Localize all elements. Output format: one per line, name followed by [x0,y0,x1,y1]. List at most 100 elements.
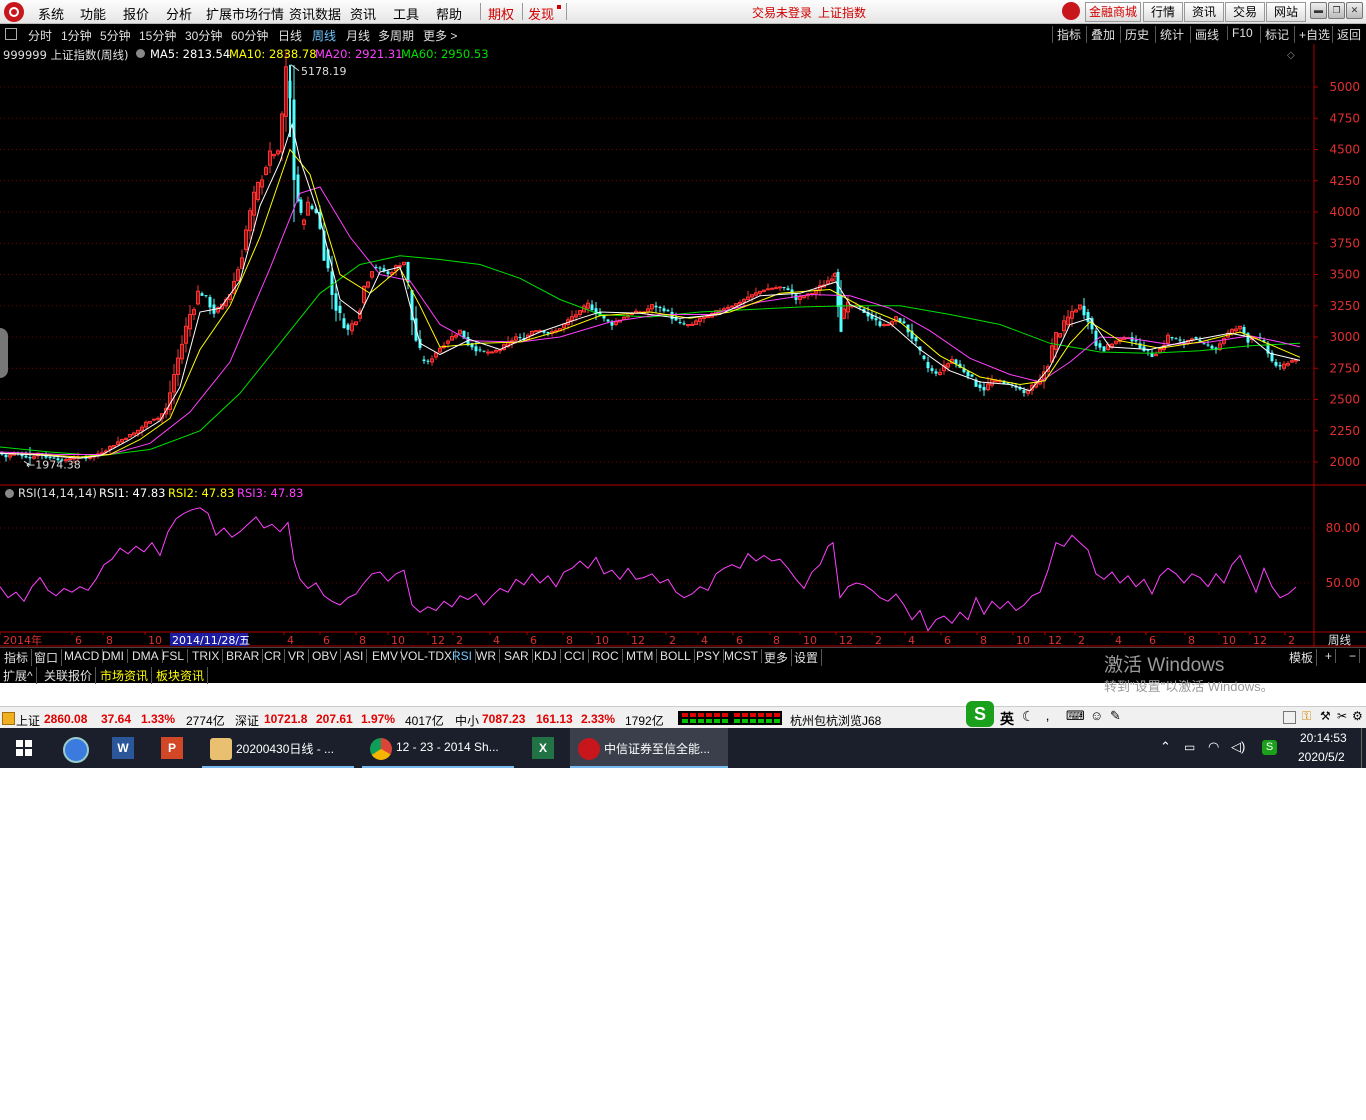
battery-icon[interactable]: ▭ [1184,740,1195,754]
period-5min[interactable]: 5分钟 [100,27,131,44]
tray-ime-icon[interactable]: S [1262,740,1277,755]
toolbar-back[interactable]: 返回 [1332,26,1361,43]
indicator-tab-mcst[interactable]: MCST [721,649,762,663]
indicator-tab-kdj[interactable]: KDJ [531,649,561,663]
ext-tab-sector-news[interactable]: 板块资讯 [153,667,209,684]
toolbar-draw[interactable]: 画线 [1190,26,1219,43]
ime-keyboard-icon[interactable]: ⌨ [1066,708,1085,724]
clock-date[interactable]: 2020/5/2 [1298,750,1345,764]
menu-info[interactable]: 资讯 [350,4,376,23]
menu-quote[interactable]: 报价 [123,4,149,23]
menu-info-data[interactable]: 资讯数据 [289,4,341,23]
menu-ext-market[interactable]: 扩展市场行情 [206,4,284,23]
menu-options[interactable]: 期权 [488,4,514,23]
tools-icon[interactable]: ⚒ [1320,709,1331,723]
menu-system[interactable]: 系统 [38,4,64,23]
indicator-tab-psy[interactable]: PSY [693,649,725,663]
period-30min[interactable]: 30分钟 [185,27,222,44]
period-intraday[interactable]: 分时 [28,27,52,44]
menu-function[interactable]: 功能 [80,4,106,23]
indicator-tab-cr[interactable]: CR [261,649,286,663]
indicator-tab-更多[interactable]: 更多 [761,649,793,666]
period-1min[interactable]: 1分钟 [61,27,92,44]
indicator-tab-obv[interactable]: OBV [309,649,342,663]
period-15min[interactable]: 15分钟 [139,27,176,44]
indicator-tab-mtm[interactable]: MTM [623,649,658,663]
indicator-tab-fsl[interactable]: FSL [159,649,189,663]
toolbar-add-watch[interactable]: +自选 [1294,26,1330,43]
toolbar-history[interactable]: 历史 [1120,26,1149,43]
ime-user-icon[interactable]: ☺ [1090,708,1103,723]
period-weekly[interactable]: 周线 [312,27,336,44]
period-more[interactable]: 更多 > [423,27,457,44]
taskbar-app-paint[interactable]: 20200430日线 - ... [202,728,354,768]
tray-chevron-icon[interactable]: ⌃ [1160,739,1171,755]
browser-icon[interactable] [63,737,89,763]
period-monthly[interactable]: 月线 [346,27,370,44]
login-status[interactable]: 交易未登录 [752,4,812,21]
windows-start-icon[interactable] [16,740,32,756]
taskbar-app-chrome[interactable]: 12 - 23 - 2014 Sh... [362,728,514,768]
menu-tools[interactable]: 工具 [393,4,419,23]
toolbar-mark[interactable]: 标记 [1260,26,1289,43]
website-button[interactable]: 网站 [1266,2,1306,22]
trade-button[interactable]: 交易 [1225,2,1265,22]
wifi-icon[interactable]: ◠ [1208,739,1219,755]
indicator-tab-macd[interactable]: MACD [61,649,104,663]
restore-icon[interactable]: ❐ [1328,2,1345,19]
ime-moon-icon[interactable]: ☾ [1022,708,1035,725]
indicator-tab-roc[interactable]: ROC [589,649,623,663]
panel-toggle-icon[interactable] [5,28,17,40]
chart-area[interactable]: 2000225025002750300032503500375040004250… [0,44,1366,647]
indicator-tab-brar[interactable]: BRAR [223,649,264,663]
toolbar-stats[interactable]: 统计 [1155,26,1184,43]
menu-analysis[interactable]: 分析 [166,4,192,23]
ime-settings-icon[interactable]: ✎ [1110,708,1121,724]
period-multi[interactable]: 多周期 [378,27,414,44]
remove-indicator-icon[interactable]: − [1346,649,1361,663]
tools2-icon[interactable]: ✂ [1337,709,1347,723]
ime-language[interactable]: 英 [1000,709,1014,729]
word-icon[interactable]: W [112,737,134,759]
powerpoint-icon[interactable]: P [161,737,183,759]
left-panel-handle[interactable] [0,328,8,378]
market-button[interactable]: 行情 [1143,2,1183,22]
ext-tab-related-quotes[interactable]: 关联报价 [41,667,97,684]
status-icon[interactable] [2,712,15,725]
ime-punct-icon[interactable]: ‚ [1046,707,1049,723]
indicator-tab-trix[interactable]: TRIX [189,649,224,663]
period-60min[interactable]: 60分钟 [231,27,268,44]
indicator-tab-指标[interactable]: 指标 [1,649,33,666]
diamond-icon[interactable]: ◇ [1287,50,1295,61]
menu-discover[interactable]: 发现 [528,4,554,23]
excel-icon[interactable]: X [532,737,554,759]
financial-mall-button[interactable]: 金融商城 [1085,2,1141,22]
indicator-tab-cci[interactable]: CCI [561,649,589,663]
layout-icon[interactable] [1283,711,1296,724]
indicator-tab-asi[interactable]: ASI [341,649,368,663]
toolbar-overlay[interactable]: 叠加 [1086,26,1115,43]
indicator-tab-窗口[interactable]: 窗口 [31,649,63,666]
news-button[interactable]: 资讯 [1184,2,1224,22]
indicator-tab-设置[interactable]: 设置 [791,649,823,666]
template-button[interactable]: 模板 [1286,649,1318,666]
sogou-ime-icon[interactable]: S [966,701,994,727]
volume-icon[interactable]: ◁) [1231,739,1245,755]
close-icon[interactable]: ✕ [1346,2,1363,19]
show-desktop-button[interactable] [1361,728,1362,768]
toolbar-f10[interactable]: F10 [1227,26,1253,40]
indicator-tab-dmi[interactable]: DMI [99,649,128,663]
indicator-tab-boll[interactable]: BOLL [657,649,695,663]
ext-tab-expand[interactable]: 扩展^ [0,667,37,684]
indicator-tab-rsi[interactable]: RSI [449,649,477,663]
clock-time[interactable]: 20:14:53 [1300,731,1347,745]
indicator-tab-sar[interactable]: SAR [501,649,533,663]
indicator-tab-wr[interactable]: WR [473,649,500,663]
lock-icon[interactable]: ⚿ [1302,709,1311,724]
indicator-tab-vr[interactable]: VR [285,649,309,663]
add-indicator-icon[interactable]: + [1322,649,1337,663]
indicator-tab-vol-tdx[interactable]: VOL-TDX [397,649,457,663]
minimize-icon[interactable]: ▬ [1310,2,1327,19]
ext-tab-market-news[interactable]: 市场资讯 [97,667,153,684]
toolbar-indicator[interactable]: 指标 [1052,26,1081,43]
